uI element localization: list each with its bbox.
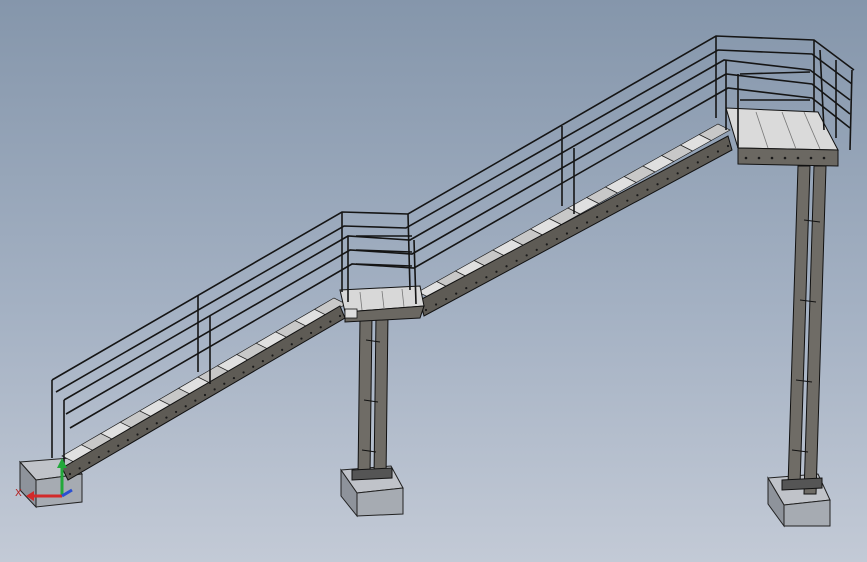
- column-middle-right: [373, 313, 389, 479]
- bolt-hole: [203, 393, 207, 397]
- top-platform: [725, 107, 839, 167]
- bolt-hole: [261, 360, 264, 363]
- bolt-hole: [726, 144, 730, 148]
- bolt-hole: [329, 320, 332, 323]
- bolt-hole: [78, 467, 81, 470]
- bolt-hole: [565, 232, 569, 235]
- platform-rail: [739, 71, 811, 75]
- bolt-hole: [716, 150, 720, 153]
- bolt-hole: [146, 427, 149, 430]
- column-base-plate: [781, 477, 823, 491]
- bolt-hole: [485, 276, 488, 279]
- bolt-hole: [770, 156, 774, 160]
- bolt-hole: [535, 248, 538, 251]
- bolt-hole: [676, 172, 679, 175]
- bolt-hole: [505, 265, 508, 268]
- bolt-hole: [575, 226, 579, 230]
- column-middle-left: [357, 315, 373, 477]
- stringer-lower-flight: [61, 305, 346, 481]
- bolt-hole: [434, 303, 438, 306]
- bolt-hole: [783, 156, 787, 160]
- bolt-hole: [174, 410, 178, 414]
- bolt-hole: [97, 455, 101, 459]
- landing-rail: [355, 263, 413, 267]
- bolt-hole: [465, 287, 468, 290]
- bolt-hole: [455, 292, 458, 295]
- handrail-front-low: [69, 87, 851, 429]
- bolt-hole: [88, 461, 91, 464]
- bolt-hole: [213, 388, 216, 391]
- bolt-hole: [545, 243, 548, 246]
- bolt-hole: [495, 270, 498, 273]
- bolt-hole: [636, 194, 639, 197]
- bolt-hole: [194, 399, 197, 402]
- bolt-hole: [223, 382, 226, 385]
- bolt-hole: [445, 297, 448, 301]
- bolt-hole: [606, 210, 609, 213]
- bolt-hole: [338, 314, 342, 318]
- bolt-hole: [656, 183, 659, 186]
- bolt-hole: [165, 416, 168, 419]
- bolt-hole: [686, 166, 689, 169]
- bolt-hole: [822, 156, 826, 160]
- bolt-hole: [281, 348, 284, 351]
- bolt-hole: [626, 199, 629, 202]
- bolt-hole: [290, 343, 293, 346]
- landing-connection-plate: [344, 308, 358, 319]
- triad-x-label: X: [15, 488, 22, 499]
- bolt-hole: [555, 237, 558, 241]
- bolt-hole: [525, 254, 528, 257]
- bolt-hole: [744, 156, 748, 160]
- bolt-hole: [706, 155, 709, 159]
- column-base-plate: [351, 467, 393, 481]
- bolt-hole: [666, 177, 669, 180]
- bolt-hole: [68, 472, 72, 476]
- bolt-hole: [596, 215, 599, 219]
- handrail-back-mid: [55, 49, 853, 393]
- bolt-hole: [475, 281, 478, 284]
- bolt-hole: [809, 156, 813, 160]
- bolt-hole: [696, 161, 699, 164]
- bolt-hole: [319, 326, 322, 329]
- bolt-hole: [616, 205, 619, 208]
- bolt-hole: [184, 405, 187, 408]
- bolt-hole: [585, 221, 589, 224]
- bolt-hole: [252, 365, 255, 368]
- bolt-hole: [126, 439, 129, 442]
- handrail-back-top: [51, 35, 855, 381]
- foundation-blocks: [18, 457, 831, 528]
- bolt-hole: [424, 308, 428, 312]
- bolt-hole: [796, 156, 800, 160]
- cad-viewport[interactable]: X: [0, 0, 867, 562]
- bolt-hole: [300, 337, 303, 340]
- bolt-hole: [757, 156, 761, 160]
- bolt-hole: [309, 331, 313, 335]
- bolt-hole: [136, 433, 139, 436]
- bolt-hole: [155, 422, 158, 425]
- bolt-hole: [232, 376, 236, 380]
- bolt-hole: [271, 354, 274, 357]
- bolt-hole: [515, 259, 518, 262]
- bolt-hole: [646, 188, 649, 191]
- intermediate-landing: [339, 285, 425, 323]
- staircase-model-view[interactable]: X: [0, 0, 867, 562]
- bolt-hole: [242, 371, 245, 374]
- bolt-hole: [107, 450, 110, 453]
- bolt-hole: [117, 444, 120, 447]
